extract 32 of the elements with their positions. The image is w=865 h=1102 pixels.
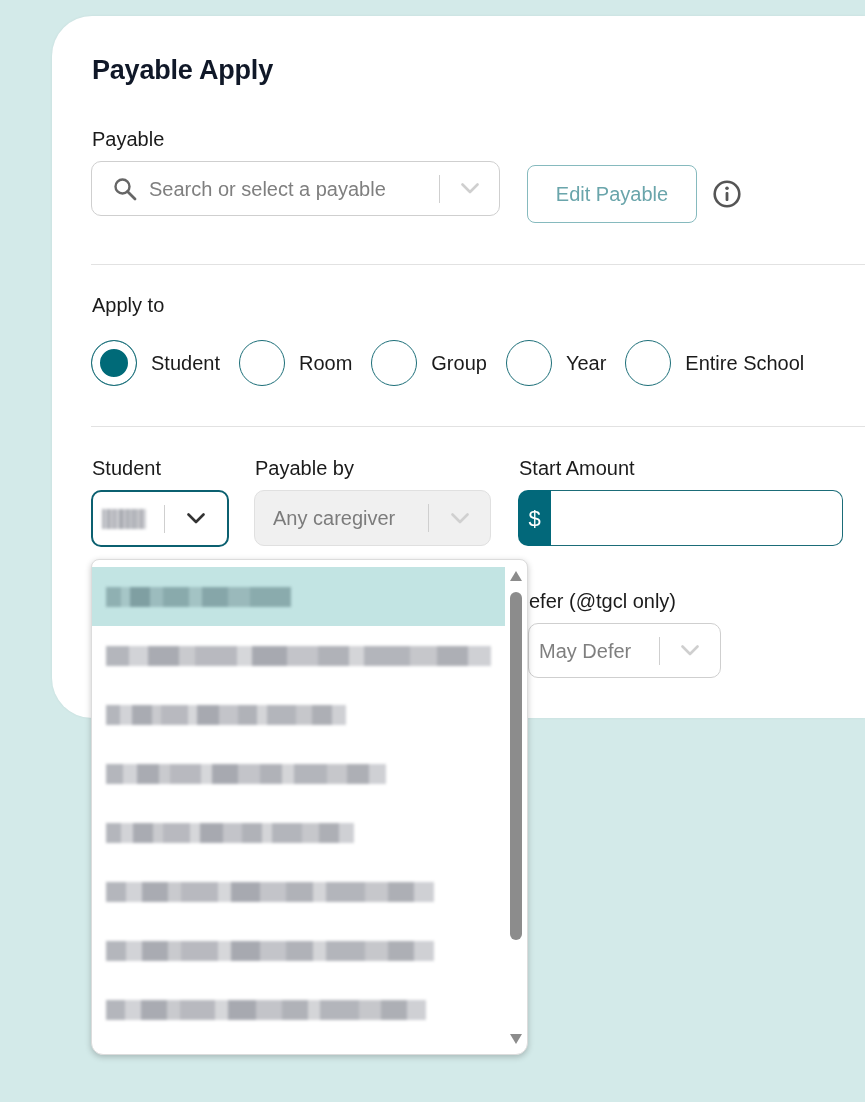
scroll-down-arrow-icon (510, 1034, 522, 1044)
radio-button[interactable] (238, 340, 285, 386)
radio-button[interactable] (505, 340, 552, 386)
scroll-up-arrow-icon (510, 571, 522, 581)
radio-label[interactable]: Entire School (685, 351, 805, 375)
search-input[interactable]: Search or select a payable (149, 173, 439, 204)
radio-label[interactable]: Group (431, 351, 487, 375)
dropdown-option[interactable] (92, 567, 505, 626)
field-label: Apply to (92, 293, 166, 317)
radio-label[interactable]: Year (565, 351, 607, 375)
currency-prefix: $ (518, 490, 551, 546)
field-label: Payable by (255, 456, 355, 480)
field-label: efer (@tgcl only) (529, 589, 677, 613)
radio-button[interactable] (371, 340, 418, 386)
info-icon (713, 180, 741, 208)
scrollbar-thumb[interactable] (510, 592, 522, 940)
amount-input[interactable] (551, 490, 843, 546)
search-icon (113, 176, 137, 201)
chevron-down-icon (187, 513, 205, 524)
field-label: Start Amount (519, 456, 636, 480)
field-label: Student (92, 456, 162, 480)
form-title: Payable Apply (92, 54, 274, 86)
chevron-down-icon (460, 183, 479, 194)
radio-label[interactable]: Room (298, 351, 353, 375)
chevron-down-icon (450, 512, 469, 524)
radio-label[interactable]: Student (151, 351, 220, 375)
defer-select[interactable]: May Defer (528, 623, 721, 678)
payable-select[interactable]: Search or select a payable (91, 161, 500, 216)
radio-button[interactable] (91, 340, 137, 386)
chevron-down-icon (681, 645, 699, 656)
field-label: Payable (92, 127, 166, 151)
radio-button[interactable] (625, 340, 672, 386)
